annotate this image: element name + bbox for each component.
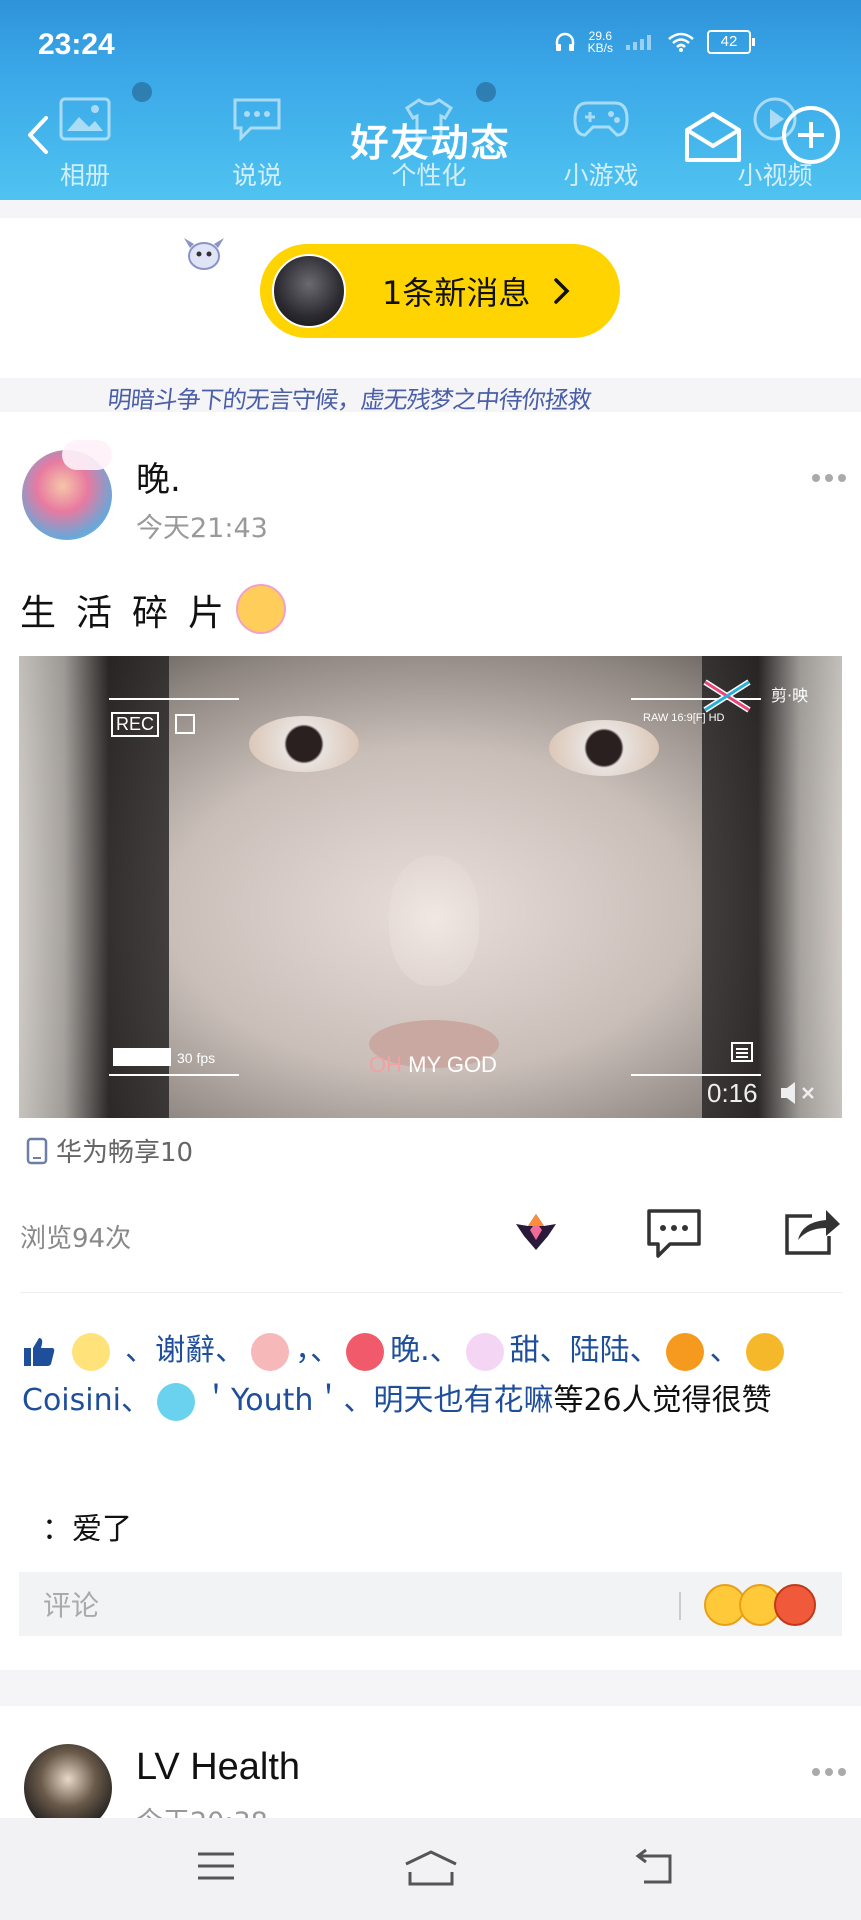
post-username[interactable]: 晚. bbox=[136, 452, 181, 501]
liker-name[interactable]: ，、 bbox=[295, 1333, 340, 1368]
video-player[interactable]: REC RAW 16:9[F] HD 剪·映 30 fps OH MY GOD … bbox=[19, 656, 842, 1118]
battery-bar bbox=[113, 1048, 171, 1066]
notification-dot bbox=[476, 82, 496, 102]
rec-label: REC bbox=[111, 712, 160, 737]
like-button-decoration-icon[interactable] bbox=[514, 1210, 558, 1254]
decorative-signature: 明暗斗争下的无言守候，虚无残梦之中待你拯救 bbox=[106, 386, 593, 414]
avatar[interactable] bbox=[665, 1332, 704, 1371]
mailbox-icon[interactable] bbox=[683, 108, 743, 164]
comment-icon[interactable] bbox=[646, 1208, 702, 1260]
new-message-label: 1条新消息 bbox=[382, 274, 531, 312]
new-message-button[interactable]: 1条新消息 bbox=[260, 244, 620, 338]
fps-label: 30 fps bbox=[177, 1050, 216, 1066]
mascot-icon bbox=[184, 238, 224, 270]
status-time: 23:24 bbox=[38, 28, 115, 61]
avatar-frame-decoration bbox=[62, 440, 112, 470]
angry-emoji-icon[interactable] bbox=[774, 1584, 816, 1626]
liker-name[interactable]: 甜、陆陆、 bbox=[510, 1333, 660, 1368]
divider bbox=[20, 1292, 842, 1293]
brand-text: 剪·映 bbox=[771, 686, 809, 705]
signal-icon bbox=[626, 35, 651, 50]
emoji-icon bbox=[236, 584, 286, 634]
top-header: 23:24 29.6 KB/s 42 相册 说说 个性化 小游戏 小视频 好友动态 bbox=[0, 0, 861, 200]
avatar[interactable] bbox=[71, 1332, 110, 1371]
share-icon[interactable] bbox=[784, 1206, 842, 1256]
headphones-icon bbox=[555, 32, 574, 51]
notification-dot bbox=[132, 82, 152, 102]
more-options-button[interactable] bbox=[812, 1768, 846, 1776]
capcut-logo-icon bbox=[703, 679, 751, 713]
comment-input[interactable]: 评论 bbox=[19, 1572, 842, 1636]
liker-name[interactable]: 、 bbox=[710, 1333, 740, 1368]
post-username[interactable]: LV Health bbox=[136, 1746, 300, 1789]
status-icons: 29.6 KB/s 42 bbox=[554, 29, 755, 55]
avatar[interactable] bbox=[346, 1332, 385, 1371]
phone-icon bbox=[26, 1137, 48, 1164]
video-content bbox=[249, 716, 359, 772]
battery-indicator: 42 bbox=[707, 30, 755, 54]
thumbs-up-icon bbox=[24, 1337, 55, 1366]
system-nav-bar bbox=[0, 1818, 861, 1920]
wifi-icon bbox=[668, 32, 694, 52]
avatar[interactable] bbox=[251, 1332, 290, 1371]
video-duration: 0:16 bbox=[707, 1078, 758, 1108]
status-bar: 23:24 29.6 KB/s 42 bbox=[0, 0, 861, 70]
post-text: 生活碎片 bbox=[20, 593, 245, 634]
avatar[interactable] bbox=[156, 1382, 195, 1421]
avatar[interactable] bbox=[465, 1332, 504, 1371]
video-caption: OH MY GOD bbox=[369, 1052, 497, 1077]
comment-placeholder: 评论 bbox=[43, 1589, 100, 1622]
view-count: 浏览94次 bbox=[20, 1224, 132, 1254]
likes-summary[interactable]: 等26人觉得很赞 bbox=[553, 1383, 771, 1418]
likes-list: 、谢辭、 ，、 晚.、 甜、陆陆、 、 Coisini、 ＇Youth＇、明天也有花嘛等26… bbox=[22, 1326, 842, 1426]
back-icon[interactable] bbox=[634, 1848, 678, 1886]
avatar[interactable] bbox=[745, 1332, 784, 1371]
list-icon bbox=[731, 1042, 753, 1062]
liker-name[interactable]: 晚.、 bbox=[390, 1333, 460, 1368]
device-label: 华为畅享10 bbox=[26, 1132, 193, 1169]
chevron-right-icon bbox=[554, 278, 570, 304]
video-content bbox=[549, 720, 659, 776]
net-speed: 29.6 KB/s bbox=[587, 29, 613, 55]
comment-text: ：爱了 bbox=[42, 1512, 132, 1547]
add-post-button[interactable] bbox=[782, 106, 840, 164]
avatar bbox=[272, 254, 346, 328]
liker-name[interactable]: 、谢辭、 bbox=[125, 1333, 245, 1368]
mute-icon[interactable] bbox=[779, 1080, 819, 1106]
menu-icon[interactable] bbox=[194, 1848, 238, 1884]
home-icon[interactable] bbox=[402, 1848, 460, 1888]
liker-name[interactable]: ＇Youth＇、明天也有花嘛 bbox=[201, 1383, 554, 1418]
liker-name[interactable]: Coisini、 bbox=[22, 1383, 151, 1418]
post-timestamp: 今天21:43 bbox=[136, 513, 268, 544]
more-options-button[interactable] bbox=[812, 474, 846, 482]
